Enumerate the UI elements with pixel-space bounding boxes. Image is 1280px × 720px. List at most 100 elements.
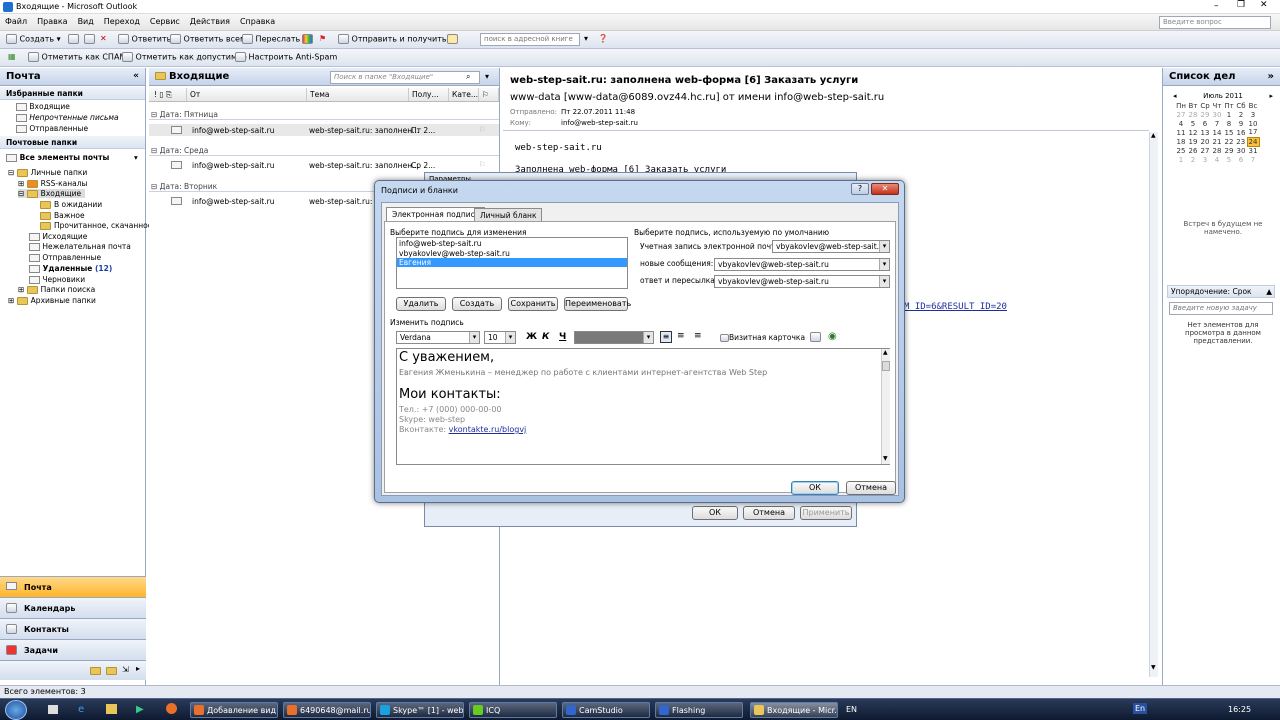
ok-button[interactable]: ОК [791,481,839,495]
font-select[interactable]: Verdana [396,331,480,344]
delete-signature-button[interactable]: Удалить [396,297,446,311]
all-mail-items[interactable]: Все элементы почты ▾ [6,153,138,162]
calendar-day[interactable]: 14 [1211,128,1223,137]
tree-read-downloaded[interactable]: Прочитанное, скачанное [40,221,152,230]
rename-signature-button[interactable]: Переименовать [564,297,631,311]
fav-inbox[interactable]: Входящие [16,102,70,111]
address-search-input[interactable]: поиск в адресной книге [480,33,580,46]
calendar-day[interactable]: 8 [1223,119,1235,128]
task-item[interactable]: ICQ [469,702,557,718]
minimize-icon[interactable]: – [1214,1,1219,11]
calendar-day[interactable]: 13 [1199,128,1211,137]
create-button[interactable]: Создать ▾ [6,34,61,44]
calendar-day[interactable]: 22 [1223,137,1235,146]
calendar-day[interactable]: 4 [1211,155,1223,164]
tree-important[interactable]: Важное [40,211,85,220]
calendar-day[interactable]: 5 [1223,155,1235,164]
fav-sent[interactable]: Отправленные [16,124,88,133]
scroll-up-icon[interactable]: ▲ [883,349,888,356]
account-select[interactable]: vbyakovlev@web-step-sait.ru [772,240,890,253]
configure-buttons-icon[interactable]: ▸ [136,664,140,673]
task-item[interactable]: 6490648@mail.ru [283,702,371,718]
menu-tools[interactable]: Сервис [145,14,185,26]
tree-archive[interactable]: ⊞ Архивные папки [8,296,96,305]
scroll-down-icon[interactable]: ▼ [1151,664,1156,671]
scroll-up-icon[interactable]: ▲ [1151,132,1156,139]
font-size-select[interactable]: 10 [484,331,516,344]
cancel-button[interactable]: Отмена [846,481,896,495]
options-ok-button[interactable]: ОК [692,506,738,520]
expand-icon[interactable]: » [1268,71,1274,82]
calendar-day[interactable]: 26 [1187,146,1199,155]
task-item[interactable]: Flashing [655,702,743,718]
calendar-day[interactable]: 27 [1175,110,1187,119]
signature-editor[interactable]: С уважением, Евгения Жменькина – менедже… [396,348,890,465]
address-book-icon[interactable] [447,34,458,44]
delete-icon[interactable]: ✕ [100,34,107,43]
bold-button[interactable]: Ж [526,332,537,342]
firefox-icon[interactable] [166,703,177,714]
calendar-day[interactable]: 16 [1235,128,1247,137]
scroll-down-icon[interactable]: ▼ [883,455,888,462]
task-item[interactable]: CamStudio [562,702,650,718]
calendar-day[interactable]: 21 [1211,137,1223,146]
underline-button[interactable]: Ч [559,332,566,342]
nav-tasks-button[interactable]: Задачи [0,639,146,660]
calendar-day[interactable]: 17 [1247,128,1259,137]
tree-sent[interactable]: Отправленные [29,253,101,262]
tree-search-folders[interactable]: ⊞ Папки поиска [18,285,95,294]
shortcuts-icon[interactable]: ⇲ [122,665,129,674]
calendar-day[interactable]: 24 [1246,136,1260,147]
keyboard-layout[interactable]: En [1133,703,1148,714]
calendar-day[interactable]: 3 [1199,155,1211,164]
calendar-day[interactable]: 28 [1187,110,1199,119]
new-signature-button[interactable]: Создать [452,297,502,311]
calendar-day[interactable]: 1 [1223,110,1235,119]
insert-picture-icon[interactable] [810,332,821,342]
fav-unread[interactable]: Непрочтенные письма [16,113,119,122]
insert-hyperlink-icon[interactable]: ◉ [828,331,837,342]
categorize-icon[interactable] [302,34,313,44]
flag-icon[interactable]: ⚐ [479,160,486,169]
calendar-day[interactable]: 2 [1187,155,1199,164]
editor-vk-link[interactable]: vkontakte.ru/blogvj [449,425,527,434]
folder-list-icon[interactable] [106,667,117,675]
help-icon[interactable]: ❓ [598,34,608,43]
help-search-input[interactable]: Введите вопрос [1159,16,1271,29]
italic-button[interactable]: К [542,332,549,342]
task-item[interactable]: Skype™ [1] - web... [376,702,464,718]
explorer-icon[interactable] [106,704,117,714]
next-month-icon[interactable]: ▸ [1269,92,1273,100]
calendar-day[interactable]: 6 [1235,155,1247,164]
scroll-thumb[interactable] [882,361,890,371]
col-subject[interactable]: Тема [307,88,409,101]
align-center-icon[interactable]: ≡ [677,331,685,341]
col-category[interactable]: Кате... [449,88,479,101]
tree-outbox[interactable]: Исходящие [29,232,87,241]
nav-calendar-button[interactable]: Календарь [0,597,146,618]
tree-drafts[interactable]: Черновики [29,275,85,284]
calendar-day[interactable]: 7 [1247,155,1259,164]
signature-list[interactable]: info@web-step-sait.ru vbyakovlev@web-ste… [396,237,628,289]
calendar-day[interactable]: 18 [1175,137,1187,146]
new-task-input[interactable]: Введите новую задачу [1169,302,1273,315]
list-item[interactable]: info@web-step-sait.ru web-step-sait.ru: … [149,124,499,136]
font-color-select[interactable] [574,331,654,344]
menu-go[interactable]: Переход [99,14,145,26]
tree-junk[interactable]: Нежелательная почта [29,242,131,251]
list-item[interactable]: vbyakovlev@web-step-sait.ru [397,249,627,258]
nav-contacts-button[interactable]: Контакты [0,618,146,639]
align-left-icon[interactable]: ≡ [660,331,672,343]
editor-scrollbar[interactable]: ▲ ▼ [881,349,890,464]
show-desktop-icon[interactable] [48,705,58,714]
align-right-icon[interactable]: ≡ [694,331,702,341]
list-item[interactable]: info@web-step-sait.ru [397,238,627,249]
mark-allowed-button[interactable]: Отметить как допустимое [122,52,247,62]
forward-button[interactable]: Переслать [242,34,300,44]
flag-icon[interactable]: ⚑ [319,34,326,43]
tree-rss[interactable]: ⊞ RSS-каналы [18,179,87,188]
task-item[interactable]: Добавление вид... [190,702,278,718]
ie-icon[interactable]: e [78,704,84,715]
print-icon[interactable] [68,34,79,44]
group-header[interactable]: ⊟ Дата: Пятница [149,110,499,120]
